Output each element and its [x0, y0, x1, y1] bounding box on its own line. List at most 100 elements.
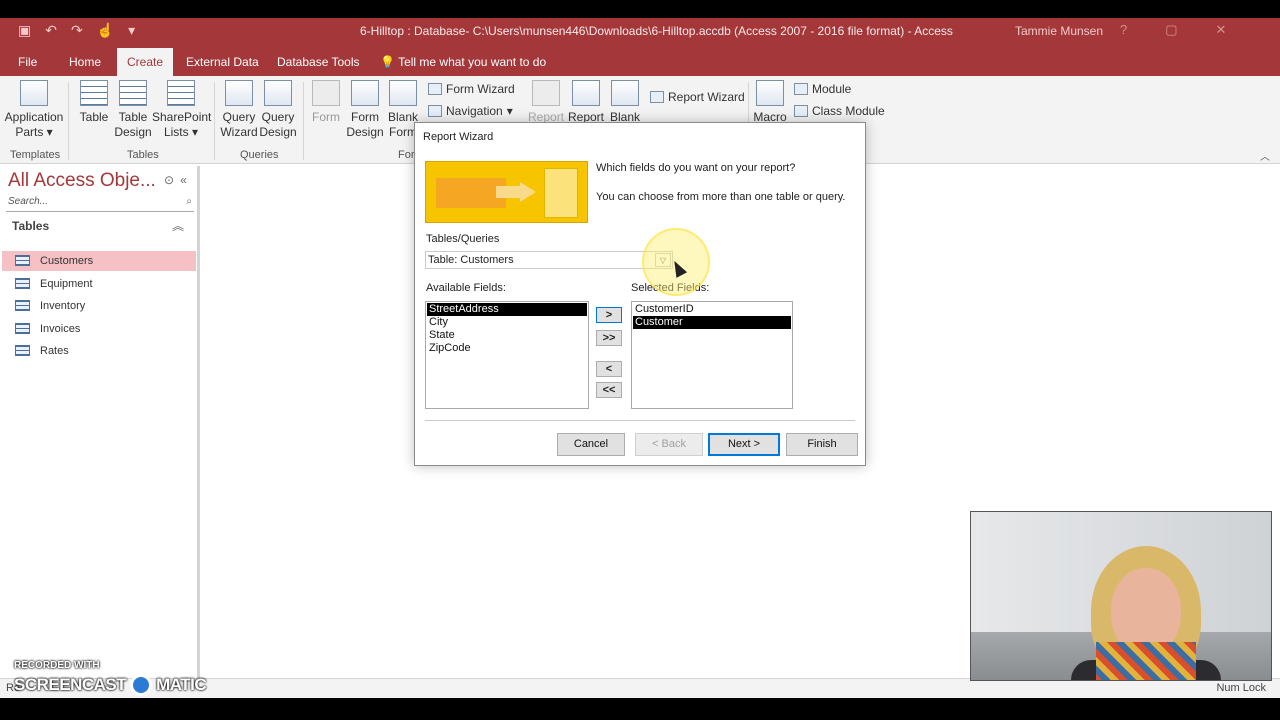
cancel-button[interactable]: Cancel [557, 433, 625, 456]
tables-queries-label: Tables/Queries [426, 233, 500, 245]
window-controls: ? ▢ ✕ [1120, 22, 1226, 38]
query-wizard-button[interactable]: Query Wizard [220, 80, 258, 140]
list-item[interactable]: State [427, 329, 587, 342]
title-bar: ▣ ↶ ↷ ☝ ▾ 6-Hilltop : Database- C:\Users… [0, 18, 1280, 48]
query-design-icon [264, 80, 292, 106]
group-forms: For [398, 149, 415, 161]
blank-form-icon [389, 80, 417, 106]
module-button[interactable]: Module [794, 82, 851, 96]
table-icon [15, 278, 30, 289]
tab-home[interactable]: Home [59, 48, 111, 76]
macro-icon [756, 80, 784, 106]
report-design-icon [572, 80, 600, 106]
tell-me-box[interactable]: 💡 Tell me what you want to do [370, 48, 556, 76]
report-wizard-icon [650, 91, 664, 103]
navigation-button[interactable]: Navigation ▾ [428, 104, 513, 118]
module-icon [794, 83, 808, 95]
query-wizard-icon [225, 80, 253, 106]
access-window: ▣ ↶ ↷ ☝ ▾ 6-Hilltop : Database- C:\Users… [0, 18, 1280, 698]
macro-button[interactable]: Macro [752, 80, 788, 125]
search-icon[interactable]: ⌕ [186, 196, 192, 207]
nav-section-tables[interactable]: Tables ︽ [2, 216, 196, 236]
list-item[interactable]: ZipCode [427, 342, 587, 355]
tab-external-data[interactable]: External Data [176, 48, 269, 76]
form-design-button[interactable]: Form Design [346, 80, 384, 140]
screencast-watermark: RECORDED WITH SCREENCAST MATIC [14, 660, 207, 696]
table-icon [15, 255, 30, 266]
tab-database-tools[interactable]: Database Tools [267, 48, 370, 76]
undo-icon[interactable]: ↶ [45, 22, 57, 39]
form-wizard-button[interactable]: Form Wizard [428, 82, 515, 96]
close-icon[interactable]: ✕ [1216, 22, 1227, 38]
application-parts-button[interactable]: Application Parts ▾ [4, 80, 64, 140]
dialog-divider [425, 420, 855, 421]
save-icon[interactable]: ▣ [18, 22, 31, 39]
table-button[interactable]: Table [76, 80, 112, 125]
finish-button[interactable]: Finish [786, 433, 858, 456]
chevron-down-icon[interactable]: ⊙ [164, 173, 174, 187]
user-name[interactable]: Tammie Munsen [1015, 24, 1103, 38]
table-design-button[interactable]: Table Design [113, 80, 153, 140]
table-icon [80, 80, 108, 106]
help-icon[interactable]: ? [1120, 22, 1127, 38]
nav-pane-controls: ⊙ « [164, 173, 187, 187]
nav-item-invoices[interactable]: Invoices [2, 319, 196, 339]
available-fields-list[interactable]: StreetAddress City State ZipCode [425, 301, 589, 409]
num-lock-indicator: Num Lock [1216, 682, 1266, 694]
back-button[interactable]: < Back [635, 433, 703, 456]
collapse-ribbon-icon[interactable]: ︿ [1260, 148, 1270, 163]
group-templates: Templates [10, 149, 61, 161]
remove-field-button[interactable]: < [596, 361, 622, 377]
redo-icon[interactable]: ↷ [71, 22, 83, 39]
wizard-hint: You can choose from more than one table … [596, 191, 846, 203]
nav-search-input[interactable]: Search... ⌕ [6, 196, 194, 212]
shutter-bar-icon[interactable]: « [180, 173, 187, 187]
report-icon [532, 80, 560, 106]
report-button[interactable]: Report [528, 80, 564, 125]
tab-create[interactable]: Create [117, 48, 174, 76]
class-module-icon [794, 105, 808, 117]
restore-icon[interactable]: ▢ [1165, 22, 1177, 38]
touch-icon[interactable]: ☝ [97, 22, 114, 39]
add-field-button[interactable]: > [596, 307, 622, 323]
tables-queries-select[interactable]: Table: Customers ▽ [425, 251, 673, 269]
list-item[interactable]: StreetAddress [427, 303, 587, 316]
report-design-button[interactable]: Report [566, 80, 606, 125]
next-button[interactable]: Next > [708, 433, 780, 456]
table-icon [15, 345, 30, 356]
tab-file[interactable]: File [8, 48, 47, 76]
menu-bar: File Home Create External Data Database … [0, 48, 1280, 76]
wizard-question: Which fields do you want on your report? [596, 162, 796, 174]
list-item[interactable]: Customer [633, 316, 791, 329]
nav-item-rates[interactable]: Rates [2, 341, 196, 361]
group-queries: Queries [240, 149, 279, 161]
nav-pane-title[interactable]: All Access Obje... [8, 170, 156, 192]
sharepoint-lists-button[interactable]: SharePoint Lists ▾ [152, 80, 211, 140]
watermark-recorded: RECORDED WITH [14, 660, 100, 671]
tell-me-text: Tell me what you want to do [398, 55, 547, 69]
nav-item-equipment[interactable]: Equipment [2, 274, 196, 294]
chevron-up-icon[interactable]: ︽ [172, 216, 184, 236]
selected-fields-list[interactable]: CustomerID Customer [631, 301, 793, 409]
group-tables: Tables [127, 149, 159, 161]
form-icon [312, 80, 340, 106]
customize-icon[interactable]: ▾ [128, 22, 135, 39]
webcam-overlay [970, 511, 1272, 681]
list-item[interactable]: CustomerID [633, 303, 791, 316]
table-icon [15, 300, 30, 311]
blank-report-button[interactable]: Blank [608, 80, 642, 125]
remove-all-fields-button[interactable]: << [596, 382, 622, 398]
watermark-brand: SCREENCAST MATIC [14, 674, 207, 696]
dialog-title: Report Wizard [423, 131, 494, 143]
class-module-button[interactable]: Class Module [794, 104, 885, 118]
form-button[interactable]: Form [309, 80, 343, 125]
form-wizard-icon [428, 83, 442, 95]
report-wizard-button[interactable]: Report Wizard [650, 90, 745, 104]
add-all-fields-button[interactable]: >> [596, 330, 622, 346]
nav-item-customers[interactable]: Customers [2, 251, 196, 271]
nav-item-inventory[interactable]: Inventory [2, 296, 196, 316]
form-design-icon [351, 80, 379, 106]
list-item[interactable]: City [427, 316, 587, 329]
query-design-button[interactable]: Query Design [259, 80, 297, 140]
table-design-icon [119, 80, 147, 106]
